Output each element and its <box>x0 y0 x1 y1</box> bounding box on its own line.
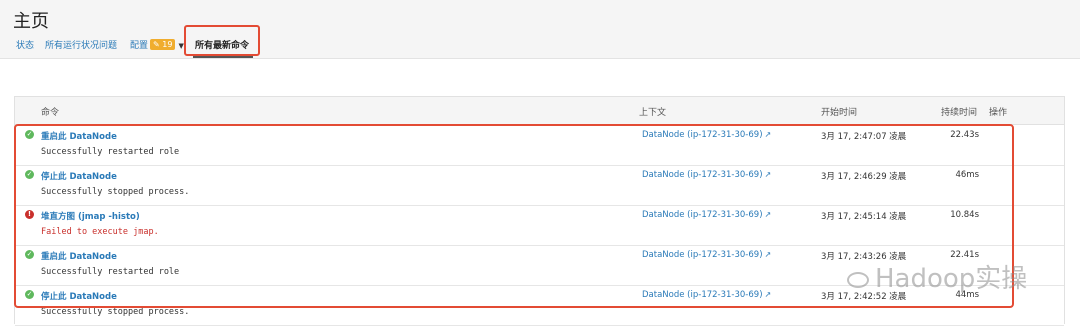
table-header: 命令 上下文 开始时间 持续时间 操作 <box>15 97 1064 125</box>
column-header-duration[interactable]: 持续时间 <box>941 105 977 118</box>
page-nav: 状态 所有运行状况问题 配置 ✎ 19 ▼ 所有最新命令 <box>0 35 1080 58</box>
wechat-icon <box>847 271 869 288</box>
config-badge: ✎ 19 <box>150 39 176 50</box>
tab-status[interactable]: 状态 <box>16 38 34 51</box>
tab-health-issues[interactable]: 所有运行状况问题 <box>45 38 117 51</box>
active-tab-indicator <box>193 56 253 58</box>
watermark-text: Hadoop实操 <box>875 264 1028 294</box>
page-header: 主页 状态 所有运行状况问题 配置 ✎ 19 ▼ 所有最新命令 <box>0 0 1080 59</box>
column-header-start-time[interactable]: 开始时间 <box>821 105 857 118</box>
highlight-box-tab <box>184 25 260 56</box>
column-header-command[interactable]: 命令 <box>41 105 59 118</box>
watermark: Hadoop实操 <box>847 258 1027 295</box>
command-message: Successfully stopped process. <box>41 307 190 317</box>
column-header-actions: 操作 <box>989 108 1008 118</box>
config-badge-count: 19 <box>162 40 173 49</box>
tab-config[interactable]: 配置 ✎ 19 ▼ <box>130 38 184 51</box>
tab-config-label: 配置 <box>130 41 149 51</box>
page-title: 主页 <box>13 11 49 32</box>
column-header-context[interactable]: 上下文 <box>639 105 666 118</box>
